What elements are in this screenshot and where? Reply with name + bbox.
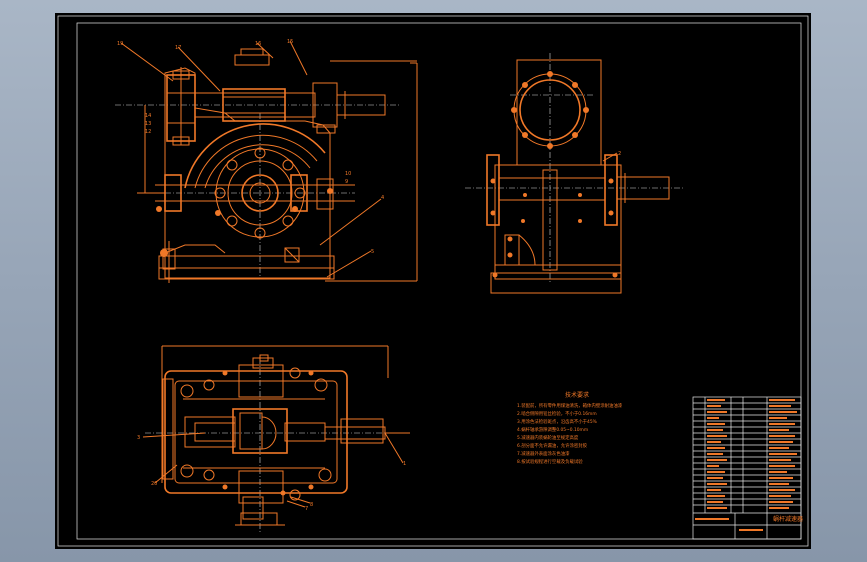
note-line: 8.按试验规程进行空载及负载试验 — [517, 458, 583, 465]
notes-title: 技术要求 — [565, 391, 589, 399]
svg-text:20: 20 — [151, 481, 157, 487]
svg-text:2: 2 — [618, 151, 621, 157]
svg-text:13: 13 — [145, 121, 151, 127]
side-view: 2 — [465, 53, 685, 294]
svg-text:1: 1 — [403, 461, 406, 467]
svg-text:15: 15 — [287, 39, 293, 45]
note-line: 6.剖分面不允许漏油，允许涂密封胶 — [517, 442, 588, 449]
cad-viewport[interactable]: 19 17 16 15 4 5 14 13 12 10 9 2 3 20 1 7… — [55, 13, 811, 549]
note-line: 2.啮合侧隙用铅丝检验，不小于0.16mm — [517, 410, 597, 417]
svg-text:14: 14 — [145, 113, 151, 119]
svg-text:12: 12 — [145, 129, 151, 135]
svg-text:10: 10 — [345, 171, 351, 177]
note-line: 4.蜗杆轴承游隙调整0.05~0.10mm — [517, 426, 588, 433]
svg-text:16: 16 — [255, 41, 261, 47]
note-line: 1.装配前，所有零件用煤油清洗，箱体内壁涂耐油油漆 — [517, 402, 623, 409]
note-line: 7.减速器外表面涂灰色油漆 — [517, 450, 570, 457]
note-line: 3.用涂色法检验斑点，沿齿高不小于45% — [517, 418, 597, 425]
svg-text:7: 7 — [305, 506, 308, 512]
svg-text:19: 19 — [117, 41, 123, 47]
svg-text:5: 5 — [371, 249, 374, 255]
svg-text:4: 4 — [381, 195, 384, 201]
svg-text:9: 9 — [345, 179, 348, 185]
inner-frame — [76, 22, 802, 540]
front-section-view: 19 17 16 15 4 5 14 13 12 10 9 — [115, 39, 418, 283]
svg-text:8: 8 — [310, 502, 313, 508]
title-block: 蜗杆减速器 — [692, 396, 803, 540]
title-block-name: 蜗杆减速器 — [773, 515, 803, 523]
note-line: 5.减速器内装蜗轮油至规定高度 — [517, 434, 579, 441]
outer-frame — [57, 15, 809, 547]
drawing-canvas: 19 17 16 15 4 5 14 13 12 10 9 2 3 20 1 7… — [57, 15, 809, 547]
svg-text:3: 3 — [137, 435, 140, 441]
svg-text:17: 17 — [175, 45, 181, 51]
top-view: 3 20 1 7 8 — [137, 345, 410, 533]
technical-notes: 技术要求 1.装配前，所有零件用煤油清洗，箱体内壁涂耐油油漆 2.啮合侧隙用铅丝… — [517, 391, 623, 465]
